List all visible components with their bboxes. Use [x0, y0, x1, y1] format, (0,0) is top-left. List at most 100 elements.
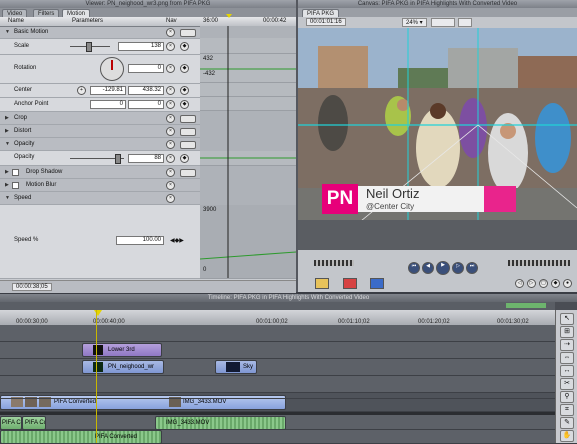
add-keyframe-icon[interactable]: ◆ [180, 100, 189, 109]
keyframe-menu-icon[interactable] [180, 128, 196, 136]
canvas-controls: ⏮ ◀ ▶ ▷ ⏭ ◁ ▷ ▢ ◆ ● [298, 250, 577, 292]
crosshair-icon[interactable]: + [77, 86, 86, 95]
clip-thumbnail [226, 362, 240, 372]
timeline-clip[interactable]: Sky [215, 360, 257, 374]
center-y-field[interactable]: 438.32 [128, 86, 164, 95]
anchor-y-field[interactable]: 0 [128, 100, 164, 109]
jog-control[interactable] [508, 260, 570, 266]
section-speed[interactable]: ▼ Speed × [0, 192, 200, 205]
reset-x-icon[interactable]: × [166, 42, 175, 51]
canvas-timecode[interactable]: 00:01:01:16 [306, 18, 346, 26]
disclosure-open-icon[interactable]: ▼ [5, 29, 10, 35]
marker-icon[interactable]: ◆ [551, 279, 560, 288]
section-drop-shadow[interactable]: ▶ Drop Shadow × [0, 166, 200, 179]
reset-x-icon[interactable]: × [166, 100, 175, 109]
reset-x-icon[interactable]: × [166, 127, 175, 136]
canvas-video-frame[interactable]: PN Neil Ortiz @Center City [298, 28, 577, 250]
clip-thumbnail [93, 345, 103, 355]
go-to-previous-edit-icon[interactable]: ⏮ [408, 262, 420, 274]
disclosure-closed-icon[interactable]: ▶ [5, 115, 9, 121]
timeline-clip[interactable]: PN_neighood_wr [82, 360, 164, 374]
reset-x-icon[interactable]: × [166, 86, 175, 95]
track-spacer [0, 398, 555, 399]
keyframe-menu-icon[interactable] [180, 141, 196, 149]
timeline-ruler[interactable]: 00:00:30;00 00:00:40;00 00:01:00;02 00:0… [0, 310, 555, 325]
section-crop[interactable]: ▶ Crop × [0, 112, 200, 125]
reset-x-icon[interactable]: × [166, 181, 175, 190]
render-status-bar [506, 303, 546, 308]
zoom-select[interactable]: 24% ▾ [402, 18, 427, 27]
track-select-tool-icon[interactable]: ⇢ [560, 339, 574, 351]
keyframe-menu-icon[interactable] [180, 29, 196, 37]
timeline-audio-clip[interactable]: PIFA Cc [22, 416, 46, 430]
match-frame-icon[interactable]: ▢ [539, 279, 548, 288]
play-around-icon[interactable]: ▷ [452, 262, 464, 274]
view-mode-select[interactable] [431, 18, 455, 27]
speed-field[interactable]: 100.00 [116, 236, 164, 245]
keyframe-nav-icon[interactable]: ◀◆▶ [170, 237, 184, 244]
edit-selection-tool-icon[interactable]: ⊞ [560, 326, 574, 338]
timeline-audio-clip[interactable]: PIFA Conve [0, 416, 22, 430]
add-marker-icon[interactable] [343, 278, 357, 289]
timeline-audio-clip[interactable]: IMG_3433.MOV [155, 416, 286, 430]
opacity-slider-thumb[interactable] [115, 154, 121, 164]
add-keyframe-icon[interactable]: ◆ [180, 154, 189, 163]
timeline-playhead[interactable] [96, 310, 97, 443]
timeline-clip[interactable]: Lower 3rd [82, 343, 162, 357]
reset-x-icon[interactable]: × [166, 194, 175, 203]
shuttle-control[interactable] [314, 260, 354, 266]
keyframe-icon[interactable]: ● [563, 279, 572, 288]
hand-tool-icon[interactable]: ✋ [560, 430, 574, 442]
disclosure-open-icon[interactable]: ▼ [5, 195, 10, 201]
add-keyframe-button-icon[interactable] [370, 278, 384, 289]
slip-tool-icon[interactable]: ↔ [560, 365, 574, 377]
selection-tool-icon[interactable]: ↖ [560, 313, 574, 325]
zoom-tool-icon[interactable]: ⚲ [560, 391, 574, 403]
center-x-field[interactable]: -129.81 [90, 86, 126, 95]
section-opacity[interactable]: ▼ Opacity × [0, 138, 200, 151]
opacity-field[interactable]: 88 [128, 154, 164, 163]
reset-x-icon[interactable]: × [166, 140, 175, 149]
go-to-next-edit-icon[interactable]: ⏭ [466, 262, 478, 274]
razor-tool-icon[interactable]: ✂ [560, 378, 574, 390]
keyframe-graph-area[interactable]: 432 -432 3900 0 [200, 26, 296, 279]
reset-x-icon[interactable]: × [166, 28, 175, 37]
disclosure-closed-icon[interactable]: ▶ [5, 169, 9, 175]
reset-x-icon[interactable]: × [166, 114, 175, 123]
disclosure-open-icon[interactable]: ▼ [5, 141, 10, 147]
play-icon[interactable]: ▶ [436, 261, 450, 275]
canvas-tab-bar: PIFA PKG [298, 8, 577, 18]
disclosure-closed-icon[interactable]: ▶ [5, 128, 9, 134]
keyframe-menu-icon[interactable] [180, 115, 196, 123]
scale-slider-thumb[interactable] [86, 42, 92, 52]
add-keyframe-icon[interactable]: ◆ [180, 42, 189, 51]
mark-out-icon[interactable]: ▷ [527, 279, 536, 288]
timeline-audio-clip[interactable]: PIFA Converted [0, 430, 162, 444]
disclosure-closed-icon[interactable]: ▶ [5, 182, 9, 188]
rotation-dial[interactable] [100, 57, 124, 81]
add-keyframe-icon[interactable]: ◆ [180, 64, 189, 73]
crop-tool-icon[interactable]: ⌗ [560, 404, 574, 416]
add-keyframe-icon[interactable]: ◆ [180, 86, 189, 95]
section-distort[interactable]: ▶ Distort × [0, 125, 200, 138]
playhead-marker-icon[interactable] [226, 14, 232, 18]
reset-x-icon[interactable]: × [166, 64, 175, 73]
rotation-field[interactable]: 0 [128, 64, 164, 73]
play-in-to-out-icon[interactable]: ◀ [422, 262, 434, 274]
section-label: Distort [14, 128, 32, 134]
drop-shadow-checkbox[interactable] [12, 169, 19, 176]
reset-x-icon[interactable]: × [166, 168, 175, 177]
reset-x-icon[interactable]: × [166, 154, 175, 163]
pen-tool-icon[interactable]: ✎ [560, 417, 574, 429]
section-basic-motion[interactable]: ▼ Basic Motion × [0, 27, 200, 39]
scale-field[interactable]: 138 [118, 42, 164, 51]
roll-tool-icon[interactable]: ⇔ [560, 352, 574, 364]
section-motion-blur[interactable]: ▶ Motion Blur × [0, 179, 200, 192]
anchor-x-field[interactable]: 0 [90, 100, 126, 109]
mark-clip-icon[interactable] [315, 278, 329, 289]
keyframe-menu-icon[interactable] [180, 169, 196, 177]
motion-blur-checkbox[interactable] [12, 182, 19, 189]
viewer-timecode[interactable]: 00:00:38;05 [12, 283, 52, 291]
overlay-select[interactable] [458, 18, 472, 27]
mark-in-icon[interactable]: ◁ [515, 279, 524, 288]
